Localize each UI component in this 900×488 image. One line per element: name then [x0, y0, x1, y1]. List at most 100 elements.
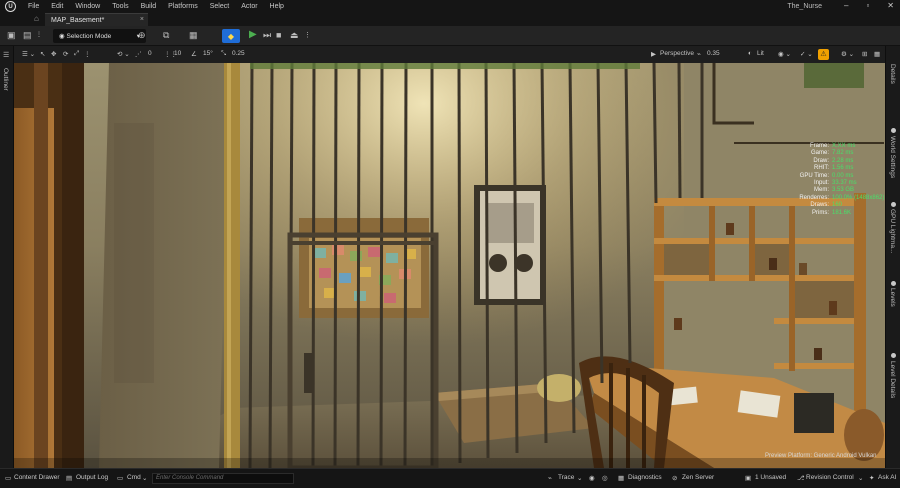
menu-tools[interactable]: Tools	[112, 3, 128, 10]
stat-row: RHIT: 1.56 ms	[799, 165, 868, 172]
world-settings-tab[interactable]: World Settings	[889, 136, 896, 178]
revision-control-button[interactable]: Revision Control	[806, 474, 854, 481]
unreal-logo-icon[interactable]: U	[5, 1, 16, 12]
stat-row: Input: 33.37 ms	[799, 180, 868, 187]
level-viewport[interactable]	[14, 63, 885, 468]
world-local-icon[interactable]: ⟲ ⌄	[117, 50, 130, 58]
stat-value: 1.56 ms	[832, 165, 854, 172]
stat-value: 100.0% (1488x862)	[832, 194, 885, 201]
show-flags-icon[interactable]: ◉ ⌄	[778, 50, 791, 58]
console-command-input[interactable]: Enter Console Command	[152, 473, 294, 484]
trace-button[interactable]: Trace	[558, 474, 574, 481]
save-icon[interactable]: ▣	[7, 31, 16, 40]
ask-ai-icon: ✦	[869, 475, 875, 482]
stat-value: 160	[832, 202, 843, 209]
minimize-icon[interactable]: –	[844, 1, 848, 10]
menu-icon[interactable]: ☰	[3, 51, 9, 60]
scale-snap-value[interactable]: 0.25	[232, 50, 245, 57]
camera-icon[interactable]: ▶	[651, 50, 656, 58]
menu-actor[interactable]: Actor	[241, 3, 257, 10]
settings-icon[interactable]: ⚙ ⌄	[841, 50, 854, 58]
stat-row: Game: 7.82 ms	[799, 150, 868, 157]
camera-speed-value[interactable]: 0.35	[707, 50, 720, 57]
platform-mode-button[interactable]: ◆	[222, 29, 240, 43]
blueprint-icon[interactable]: ⧉	[163, 31, 169, 40]
eject-icon[interactable]: ⏏	[290, 31, 299, 40]
tab-close-icon[interactable]: ×	[140, 16, 144, 23]
surface-snap-icon[interactable]: ⋰	[135, 50, 142, 58]
content-drawer-icon: ▭	[5, 475, 12, 482]
record-icon[interactable]: ◉	[589, 474, 595, 482]
snap-value[interactable]: 0	[148, 50, 152, 57]
grid-size-value[interactable]: 10	[174, 50, 181, 57]
cinematics-icon[interactable]: ▦	[189, 31, 198, 40]
selection-mode-label: Selection Mode	[66, 33, 112, 40]
rotation-snap-value[interactable]: 15°	[203, 50, 213, 57]
play-options-icon[interactable]: ⋮	[304, 31, 311, 40]
stat-row: Renderres: 100.0% (1488x862)	[799, 194, 885, 202]
level-details-tab[interactable]: Level Details	[889, 361, 896, 398]
document-tab-bar: ⌂ MAP_Basement* ×	[0, 13, 900, 26]
screenshot-icon[interactable]: ◎	[602, 474, 608, 482]
zen-server-button[interactable]: Zen Server	[682, 474, 714, 481]
content-browser-icon[interactable]: ▤	[23, 31, 32, 40]
scale-snap-icon[interactable]: ⤡	[221, 50, 226, 58]
stat-row: Prims: 181.6K	[799, 210, 868, 217]
stat-label: Frame:	[809, 143, 829, 149]
selection-mode-dropdown[interactable]: ◉ Selection Mode ▾	[53, 29, 146, 43]
viewport-menu-icon[interactable]: ☰ ⌄	[22, 50, 35, 58]
tab-map-basement[interactable]: MAP_Basement* ×	[45, 13, 148, 26]
cmd-dropdown[interactable]: Cmd	[127, 474, 141, 481]
gpu-lightmass-icon	[891, 202, 896, 207]
close-icon[interactable]: ✕	[887, 1, 894, 10]
diagnostics-button[interactable]: Diagnostics	[628, 474, 662, 481]
home-icon[interactable]: ⌂	[34, 14, 39, 23]
left-panel-rail: ☰ Outliner	[0, 46, 14, 468]
menu-window[interactable]: Window	[75, 3, 100, 10]
step-icon[interactable]: ⏭	[263, 31, 271, 40]
more-icon[interactable]: ⋮	[36, 31, 42, 40]
stat-row: Frame: X.XX ms	[799, 143, 868, 150]
camera-speed-icon[interactable]: ⌁	[697, 50, 701, 58]
layout-icon[interactable]: ▦	[874, 50, 880, 58]
stat-label: RHIT:	[814, 165, 829, 172]
unsaved-button[interactable]: 1 Unsaved	[755, 474, 786, 481]
realtime-warning-icon[interactable]: ⚠	[818, 49, 829, 60]
select-tool-icon[interactable]: ↖	[40, 50, 45, 58]
menu-edit[interactable]: Edit	[51, 3, 63, 10]
content-drawer-button[interactable]: Content Drawer	[14, 474, 60, 481]
menu-help[interactable]: Help	[270, 3, 284, 10]
stat-row: Mem: 3.53 GB	[799, 187, 868, 194]
right-panel-rail: Details World Settings GPU Lightma... Le…	[885, 46, 900, 468]
levels-icon	[891, 281, 896, 286]
add-actor-icon[interactable]: ⊕	[138, 31, 146, 40]
play-icon[interactable]: ▶	[249, 30, 257, 40]
levels-tab[interactable]: Levels	[889, 288, 896, 307]
scale-tool-icon[interactable]: ⤢	[74, 50, 79, 58]
project-name: The_Nurse	[787, 3, 822, 10]
lighting-mode-dropdown[interactable]: Lit	[757, 50, 764, 57]
performance-icon[interactable]: ✓ ⌄	[800, 50, 813, 58]
stat-value: 181.6K	[832, 209, 852, 216]
output-log-button[interactable]: Output Log	[76, 474, 108, 481]
move-tool-icon[interactable]: ✥	[51, 50, 56, 58]
stop-icon[interactable]: ■	[276, 31, 281, 40]
menu-select[interactable]: Select	[210, 3, 229, 10]
menu-platforms[interactable]: Platforms	[168, 3, 198, 10]
menu-build[interactable]: Build	[141, 3, 157, 10]
maximize-icon[interactable]: ▫	[866, 1, 869, 10]
stat-value: 0.00 ms	[832, 172, 854, 179]
view-mode-dropdown[interactable]: Perspective	[660, 50, 694, 57]
ask-ai-button[interactable]: Ask AI	[878, 474, 896, 481]
more-tools-icon[interactable]: ⋮	[84, 50, 91, 58]
stat-value: 3.53 GB	[832, 187, 855, 194]
menu-file[interactable]: File	[28, 3, 39, 10]
rotate-tool-icon[interactable]: ⟳	[63, 50, 68, 58]
outliner-tab[interactable]: Outliner	[2, 68, 9, 91]
lit-icon[interactable]: ◐	[748, 50, 752, 57]
details-tab[interactable]: Details	[889, 64, 896, 84]
rotation-snap-icon[interactable]: ∠	[191, 50, 197, 58]
status-bar: ▭ Content Drawer ▤ Output Log ▭ Cmd ⌄ En…	[0, 468, 900, 488]
gpu-lightmass-tab[interactable]: GPU Lightma...	[889, 209, 896, 253]
maximize-viewport-icon[interactable]: ⊞	[862, 50, 867, 58]
